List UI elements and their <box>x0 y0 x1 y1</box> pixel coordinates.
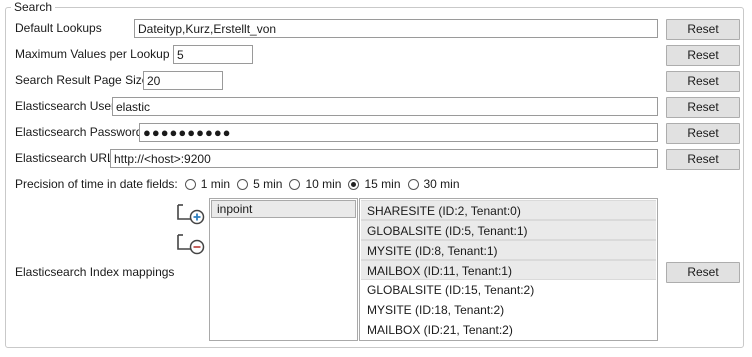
site-listbox[interactable]: SHARESITE (ID:2, Tenant:0) GLOBALSITE (I… <box>359 198 658 341</box>
radio-15-min[interactable]: 15 min <box>348 175 401 193</box>
es-password-label: Elasticsearch Password <box>15 125 143 139</box>
site-list-item[interactable]: MAILBOX (ID:21, Tenant:2) <box>361 320 656 340</box>
max-values-input[interactable] <box>173 45 253 64</box>
es-password-input[interactable] <box>139 123 658 142</box>
es-url-label: Elasticsearch URL <box>15 151 114 165</box>
site-list-item[interactable]: GLOBALSITE (ID:5, Tenant:1) <box>361 220 656 240</box>
remove-mapping-icon[interactable] <box>176 232 206 256</box>
radio-circle-icon[interactable] <box>237 178 249 190</box>
precision-label: Precision of time in date fields: <box>15 177 178 191</box>
reset-default-lookups-button[interactable]: Reset <box>666 19 740 40</box>
page-size-input[interactable] <box>143 71 223 90</box>
radio-30-min[interactable]: 30 min <box>407 175 460 193</box>
es-user-input[interactable] <box>112 97 658 116</box>
site-list-item[interactable]: SHARESITE (ID:2, Tenant:0) <box>361 200 656 220</box>
site-list-item[interactable]: MYSITE (ID:8, Tenant:1) <box>361 240 656 260</box>
radio-10-min[interactable]: 10 min <box>289 175 341 193</box>
index-mappings-label: Elasticsearch Index mappings <box>15 265 175 279</box>
reset-page-size-button[interactable]: Reset <box>666 71 740 92</box>
default-lookups-label: Default Lookups <box>15 21 102 35</box>
radio-circle-icon[interactable] <box>289 178 301 190</box>
reset-index-mappings-button[interactable]: Reset <box>666 262 740 283</box>
radio-circle-icon[interactable] <box>407 178 419 190</box>
radio-circle-icon[interactable] <box>184 178 196 190</box>
reset-es-password-button[interactable]: Reset <box>666 123 740 144</box>
reset-max-values-button[interactable]: Reset <box>666 45 740 66</box>
reset-es-user-button[interactable]: Reset <box>666 97 740 118</box>
index-list-item[interactable]: inpoint <box>211 200 356 218</box>
es-user-label: Elasticsearch User <box>15 99 116 113</box>
page-size-label: Search Result Page Size <box>15 73 149 87</box>
site-list-item[interactable]: MAILBOX (ID:11, Tenant:1) <box>361 260 656 280</box>
add-mapping-icon[interactable] <box>176 202 206 226</box>
reset-es-url-button[interactable]: Reset <box>666 149 740 170</box>
precision-radio-group: Precision of time in date fields: 1 min … <box>15 175 460 193</box>
radio-1-min[interactable]: 1 min <box>184 175 230 193</box>
radio-circle-checked-icon[interactable] <box>348 178 360 190</box>
radio-5-min[interactable]: 5 min <box>237 175 282 193</box>
es-url-input[interactable] <box>110 149 658 168</box>
max-values-label: Maximum Values per Lookup <box>15 47 170 61</box>
site-list-item[interactable]: MYSITE (ID:18, Tenant:2) <box>361 300 656 320</box>
group-title: Search <box>11 0 56 14</box>
default-lookups-input[interactable] <box>134 19 658 38</box>
index-listbox[interactable]: inpoint <box>209 198 358 341</box>
site-list-item[interactable]: GLOBALSITE (ID:15, Tenant:2) <box>361 280 656 300</box>
